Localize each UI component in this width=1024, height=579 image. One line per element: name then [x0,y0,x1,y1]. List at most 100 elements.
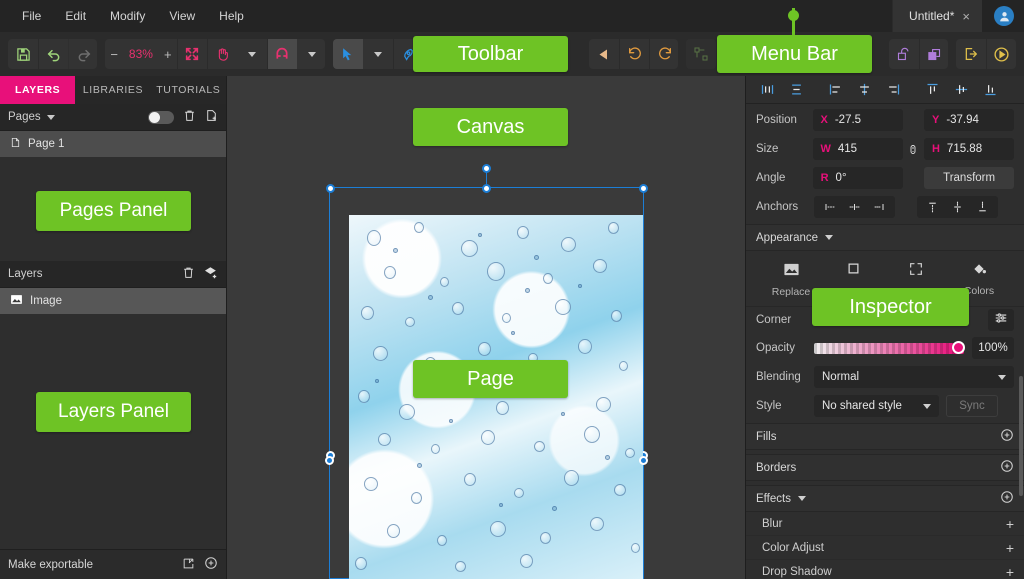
chevron-down-icon [998,374,1006,380]
opacity-value[interactable]: 100% [972,337,1014,359]
effects-section-header[interactable]: Effects [746,485,1024,512]
position-y-value: -37.94 [946,114,979,126]
position-x-field[interactable]: X -27.5 [812,109,903,131]
inspector-scrollbar[interactable] [1019,376,1023,496]
size-height-field[interactable]: H 715.88 [923,138,1014,160]
hand-tool-icon[interactable] [206,39,237,69]
document-tab[interactable]: Untitled* × [892,0,982,32]
undo-icon[interactable] [38,39,68,69]
chevron-down-icon[interactable] [825,235,834,240]
sync-button[interactable]: Sync [946,395,998,417]
rotation-handle[interactable] [482,164,491,173]
align-top-icon[interactable] [919,79,945,101]
add-page-icon[interactable] [205,109,218,125]
menu-item-file[interactable]: File [12,5,51,27]
anchor-left-icon[interactable] [817,197,842,217]
plus-circle-icon[interactable] [1000,459,1014,476]
align-right-icon[interactable] [880,79,906,101]
preview-play-icon[interactable] [986,39,1016,69]
tab-tutorials[interactable]: TUTORIALS [151,76,226,104]
add-color-adjust-icon[interactable]: + [1006,540,1014,556]
borders-section-header[interactable]: Borders [746,454,1024,481]
zoom-in-button[interactable]: + [159,47,177,62]
cursor-tool-icon[interactable] [332,39,363,69]
effect-color-adjust-label: Color Adjust [762,541,825,554]
anchor-center-horizontal-icon[interactable] [842,197,867,217]
unlock-icon[interactable] [889,39,919,69]
close-icon[interactable]: × [962,10,970,23]
add-drop-shadow-icon[interactable]: + [1006,564,1014,579]
angle-field[interactable]: R 0° [812,167,903,189]
menu-item-view[interactable]: View [159,5,205,27]
add-layer-icon[interactable] [204,266,218,283]
handle-top-right[interactable] [638,183,648,193]
plus-circle-icon[interactable] [204,556,218,573]
trash-icon[interactable] [182,266,195,282]
handle-top-center[interactable] [482,183,491,193]
style-select[interactable]: No shared style [814,395,939,417]
tab-libraries[interactable]: LIBRARIES [75,76,150,104]
opacity-slider-knob[interactable] [952,341,965,354]
anchor-top-icon[interactable] [920,197,945,217]
size-width-field[interactable]: W 415 [812,138,903,160]
effect-blur-row[interactable]: Blur + [746,512,1024,536]
fit-to-screen-icon[interactable] [176,39,207,69]
trash-icon[interactable] [183,109,196,125]
blending-value: Normal [822,371,860,383]
blending-select[interactable]: Normal [814,366,1014,388]
effect-drop-shadow-row[interactable]: Drop Shadow + [746,560,1024,579]
tab-layers[interactable]: LAYERS [0,76,76,104]
position-y-field[interactable]: Y -37.94 [923,109,1014,131]
visibility-toggle[interactable] [148,110,174,124]
list-item-page-1[interactable]: Page 1 [0,131,226,157]
duplicate-icon[interactable] [918,39,949,69]
align-center-vertical-icon[interactable] [948,79,974,101]
corner-settings-button[interactable] [988,308,1014,331]
handle-top-left[interactable] [325,183,335,193]
handle-middle-right-outer[interactable] [638,455,648,465]
appearance-section-header[interactable]: Appearance [746,224,1024,251]
align-center-horizontal-icon[interactable] [851,79,877,101]
anchors-label: Anchors [756,201,799,213]
transform-button[interactable]: Transform [924,167,1014,189]
menu-item-edit[interactable]: Edit [55,5,96,27]
snap-dropdown[interactable] [297,39,325,69]
rotate-left-icon[interactable] [619,39,649,69]
anchor-bottom-icon[interactable] [970,197,995,217]
zoom-level-label[interactable]: 83% [123,47,159,61]
menu-item-modify[interactable]: Modify [100,5,155,27]
anchor-center-vertical-icon[interactable] [945,197,970,217]
annotation-toolbar: Toolbar [413,36,568,72]
anchor-right-icon[interactable] [867,197,892,217]
align-left-icon[interactable] [822,79,848,101]
group-objects-icon[interactable] [686,39,716,69]
distribute-horizontal-icon[interactable] [754,79,780,101]
hand-tool-dropdown[interactable] [237,39,267,69]
effect-color-adjust-row[interactable]: Color Adjust + [746,536,1024,560]
user-avatar-icon[interactable] [994,6,1014,26]
link-aspect-ratio-icon[interactable] [903,142,924,157]
chevron-down-icon[interactable] [797,496,806,501]
magnet-snap-icon[interactable] [266,39,297,69]
save-icon[interactable] [8,39,38,69]
fills-section-header[interactable]: Fills [746,423,1024,450]
avatar-wrapper[interactable] [982,6,1024,26]
menu-item-help[interactable]: Help [209,5,254,27]
list-item-image-layer[interactable]: Image [0,288,226,314]
cursor-tool-dropdown[interactable] [363,39,393,69]
zoom-out-button[interactable]: − [105,47,123,62]
add-blur-icon[interactable]: + [1006,516,1014,532]
plus-circle-icon[interactable] [1000,490,1014,507]
handle-middle-left-outer[interactable] [324,455,334,465]
plus-circle-icon[interactable] [1000,428,1014,445]
export-icon[interactable] [956,39,986,69]
flip-horizontal-icon[interactable] [589,39,619,69]
distribute-vertical-icon[interactable] [783,79,809,101]
align-bottom-icon[interactable] [977,79,1003,101]
rotate-right-icon[interactable] [649,39,678,69]
selection-tools-group [332,39,423,69]
redo-icon[interactable] [68,39,97,69]
export-settings-icon[interactable] [182,557,195,573]
opacity-slider[interactable] [814,341,965,354]
chevron-down-icon[interactable] [46,114,55,120]
